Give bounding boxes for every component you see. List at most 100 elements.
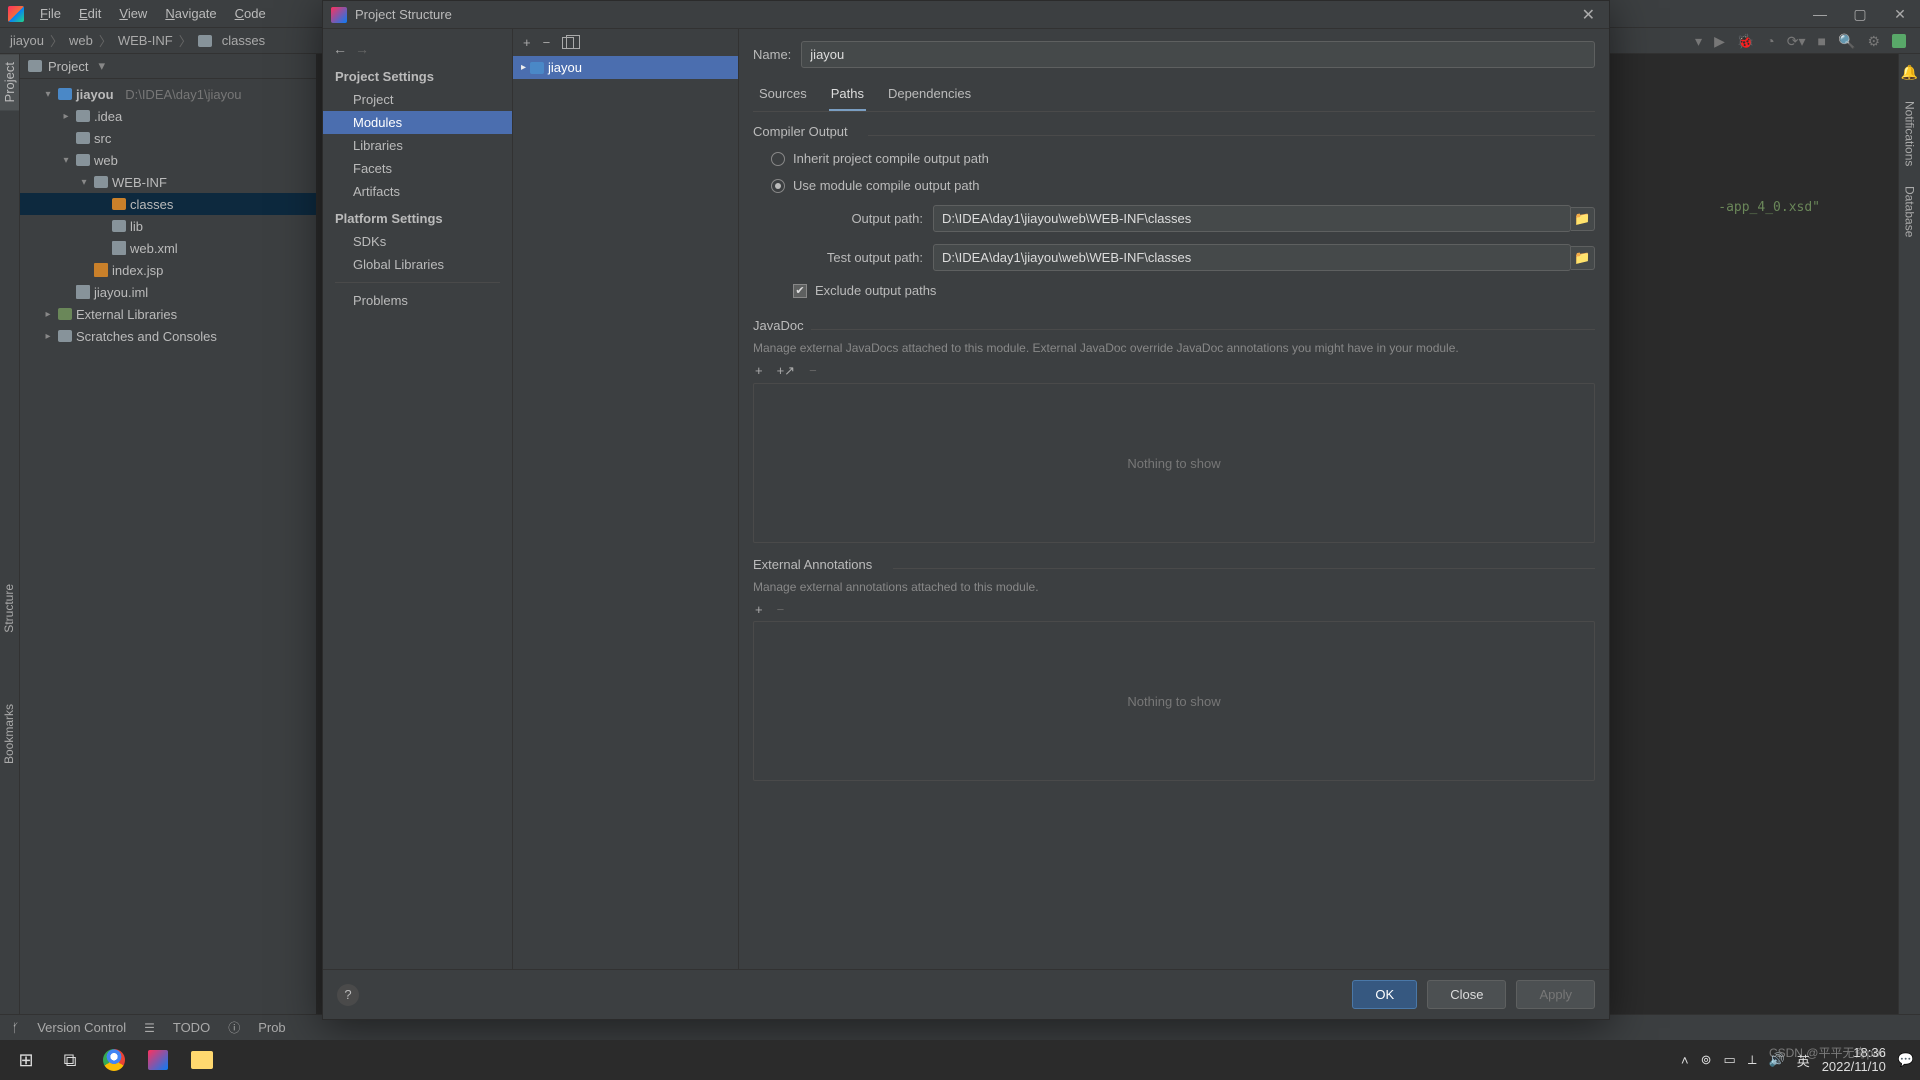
- tree-folder-lib[interactable]: lib: [20, 215, 316, 237]
- crumb[interactable]: web: [69, 33, 93, 48]
- left-tab-project[interactable]: Project: [0, 54, 19, 110]
- tree-file-webxml[interactable]: web.xml: [20, 237, 316, 259]
- nav-item-problems[interactable]: Problems: [323, 289, 512, 312]
- debug-icon[interactable]: 🐞: [1737, 33, 1754, 50]
- taskbar-chrome[interactable]: [94, 1040, 134, 1080]
- menu-navigate[interactable]: Navigate: [157, 3, 224, 24]
- run-config-dropdown-icon[interactable]: ▾: [1695, 33, 1702, 50]
- menu-code[interactable]: Code: [227, 3, 274, 24]
- nav-group-platform: Platform Settings: [323, 203, 512, 230]
- menu-file[interactable]: File: [32, 3, 69, 24]
- javadoc-add-url-icon[interactable]: +↗: [777, 363, 795, 379]
- annotations-remove-icon: −: [777, 602, 785, 617]
- nav-item-artifacts[interactable]: Artifacts: [323, 180, 512, 203]
- taskbar-explorer[interactable]: [182, 1040, 222, 1080]
- browse-folder-icon[interactable]: 📁: [1571, 207, 1595, 231]
- apply-button[interactable]: Apply: [1516, 980, 1595, 1009]
- coverage-icon[interactable]: ◔: [1766, 33, 1774, 49]
- crumb-leaf[interactable]: classes: [222, 33, 265, 48]
- test-output-input[interactable]: [933, 244, 1571, 271]
- nav-item-modules[interactable]: Modules: [323, 111, 512, 134]
- javadoc-add-icon[interactable]: +: [755, 363, 763, 379]
- tool-problems[interactable]: Prob: [258, 1020, 285, 1035]
- chevron-right-icon: ▸: [521, 62, 526, 73]
- tree-folder-web[interactable]: web: [20, 149, 316, 171]
- todo-icon[interactable]: ☰: [144, 1021, 155, 1035]
- tray-security-icon[interactable]: ⊚: [1701, 1052, 1712, 1068]
- window-maximize-icon[interactable]: ▢: [1840, 0, 1880, 28]
- exclude-checkbox[interactable]: ✔: [793, 284, 807, 298]
- close-button[interactable]: Close: [1427, 980, 1506, 1009]
- radio-inherit[interactable]: [771, 152, 785, 166]
- vcs-icon[interactable]: ᚶ: [12, 1021, 19, 1035]
- tree-folder-src[interactable]: src: [20, 127, 316, 149]
- output-path-label: Output path:: [793, 211, 923, 226]
- dialog-close-icon[interactable]: ✕: [1576, 5, 1601, 25]
- crumb[interactable]: jiayou: [10, 33, 44, 48]
- right-tab-database[interactable]: Database: [1903, 186, 1917, 237]
- browse-folder-icon[interactable]: 📁: [1571, 246, 1595, 270]
- tray-chevron-icon[interactable]: ˄: [1681, 1053, 1689, 1068]
- tree-external-libs[interactable]: External Libraries: [20, 303, 316, 325]
- nav-item-libraries[interactable]: Libraries: [323, 134, 512, 157]
- radio-use-module[interactable]: [771, 179, 785, 193]
- notifications-icon[interactable]: 🔔: [1901, 64, 1918, 81]
- start-button[interactable]: ⊞: [6, 1040, 46, 1080]
- module-name: jiayou: [548, 60, 582, 75]
- module-row-jiayou[interactable]: ▸ jiayou: [513, 56, 738, 79]
- annotations-help: Manage external annotations attached to …: [753, 578, 1595, 600]
- tool-vcs[interactable]: Version Control: [37, 1020, 126, 1035]
- run-icon[interactable]: ▶: [1714, 33, 1725, 50]
- ok-button[interactable]: OK: [1352, 980, 1417, 1009]
- tree-folder-webinf[interactable]: WEB-INF: [20, 171, 316, 193]
- right-tab-notifications[interactable]: Notifications: [1903, 101, 1917, 166]
- nav-item-global-libs[interactable]: Global Libraries: [323, 253, 512, 276]
- add-module-icon[interactable]: [523, 35, 531, 50]
- task-view-icon[interactable]: ⧉: [50, 1040, 90, 1080]
- stop-icon[interactable]: ■: [1818, 33, 1826, 49]
- taskbar-intellij[interactable]: [138, 1040, 178, 1080]
- dialog-nav: ← → Project Settings Project Modules Lib…: [323, 29, 513, 969]
- tree-file-indexjsp[interactable]: index.jsp: [20, 259, 316, 281]
- output-path-input[interactable]: [933, 205, 1571, 232]
- window-minimize-icon[interactable]: —: [1800, 0, 1840, 28]
- left-tab-structure[interactable]: Structure: [0, 580, 20, 637]
- system-tray: ˄ ⊚ ▭ ⟂ 🔊 英 CSDN @平平无奇poc 18:36 2022/11/…: [1681, 1046, 1914, 1075]
- nav-item-project[interactable]: Project: [323, 88, 512, 111]
- tree-file-iml[interactable]: jiayou.iml: [20, 281, 316, 303]
- tab-dependencies[interactable]: Dependencies: [886, 80, 973, 111]
- remove-module-icon[interactable]: [543, 35, 551, 50]
- annotations-add-icon[interactable]: +: [755, 602, 763, 617]
- nav-back-icon[interactable]: ←: [333, 41, 347, 57]
- tray-battery-icon[interactable]: ▭: [1724, 1052, 1736, 1068]
- tray-date[interactable]: 2022/11/10: [1822, 1060, 1886, 1074]
- menu-view[interactable]: View: [111, 3, 155, 24]
- tab-sources[interactable]: Sources: [757, 80, 809, 111]
- menu-edit[interactable]: Edit: [71, 3, 109, 24]
- window-close-icon[interactable]: ✕: [1880, 0, 1920, 28]
- dialog-titlebar: Project Structure ✕: [323, 1, 1609, 29]
- tool-todo[interactable]: TODO: [173, 1020, 210, 1035]
- tree-scratches[interactable]: Scratches and Consoles: [20, 325, 316, 347]
- tree-folder-idea[interactable]: .idea: [20, 105, 316, 127]
- profiler-icon[interactable]: ⟳▾: [1787, 33, 1806, 50]
- module-name-input[interactable]: [801, 41, 1595, 68]
- nav-item-sdks[interactable]: SDKs: [323, 230, 512, 253]
- crumb[interactable]: WEB-INF: [118, 33, 173, 48]
- tab-paths[interactable]: Paths: [829, 80, 866, 111]
- module-tabs: Sources Paths Dependencies: [753, 80, 1595, 112]
- tray-notifications-icon[interactable]: 💬: [1898, 1052, 1914, 1068]
- intellij-logo-icon: [8, 6, 24, 22]
- settings-icon[interactable]: ⚙: [1867, 33, 1880, 50]
- left-tab-bookmarks[interactable]: Bookmarks: [0, 700, 20, 768]
- problems-icon[interactable]: ⓘ: [228, 1019, 240, 1036]
- nav-item-facets[interactable]: Facets: [323, 157, 512, 180]
- tray-wifi-icon[interactable]: ⟂: [1748, 1052, 1757, 1068]
- code-with-me-icon[interactable]: [1892, 34, 1906, 48]
- help-icon[interactable]: ?: [337, 984, 359, 1006]
- copy-module-icon[interactable]: [562, 37, 574, 49]
- tree-folder-classes[interactable]: classes: [20, 193, 316, 215]
- chevron-down-icon[interactable]: ▾: [98, 58, 105, 74]
- search-icon[interactable]: 🔍: [1838, 33, 1855, 50]
- tree-root[interactable]: jiayou D:\IDEA\day1\jiayou: [20, 83, 316, 105]
